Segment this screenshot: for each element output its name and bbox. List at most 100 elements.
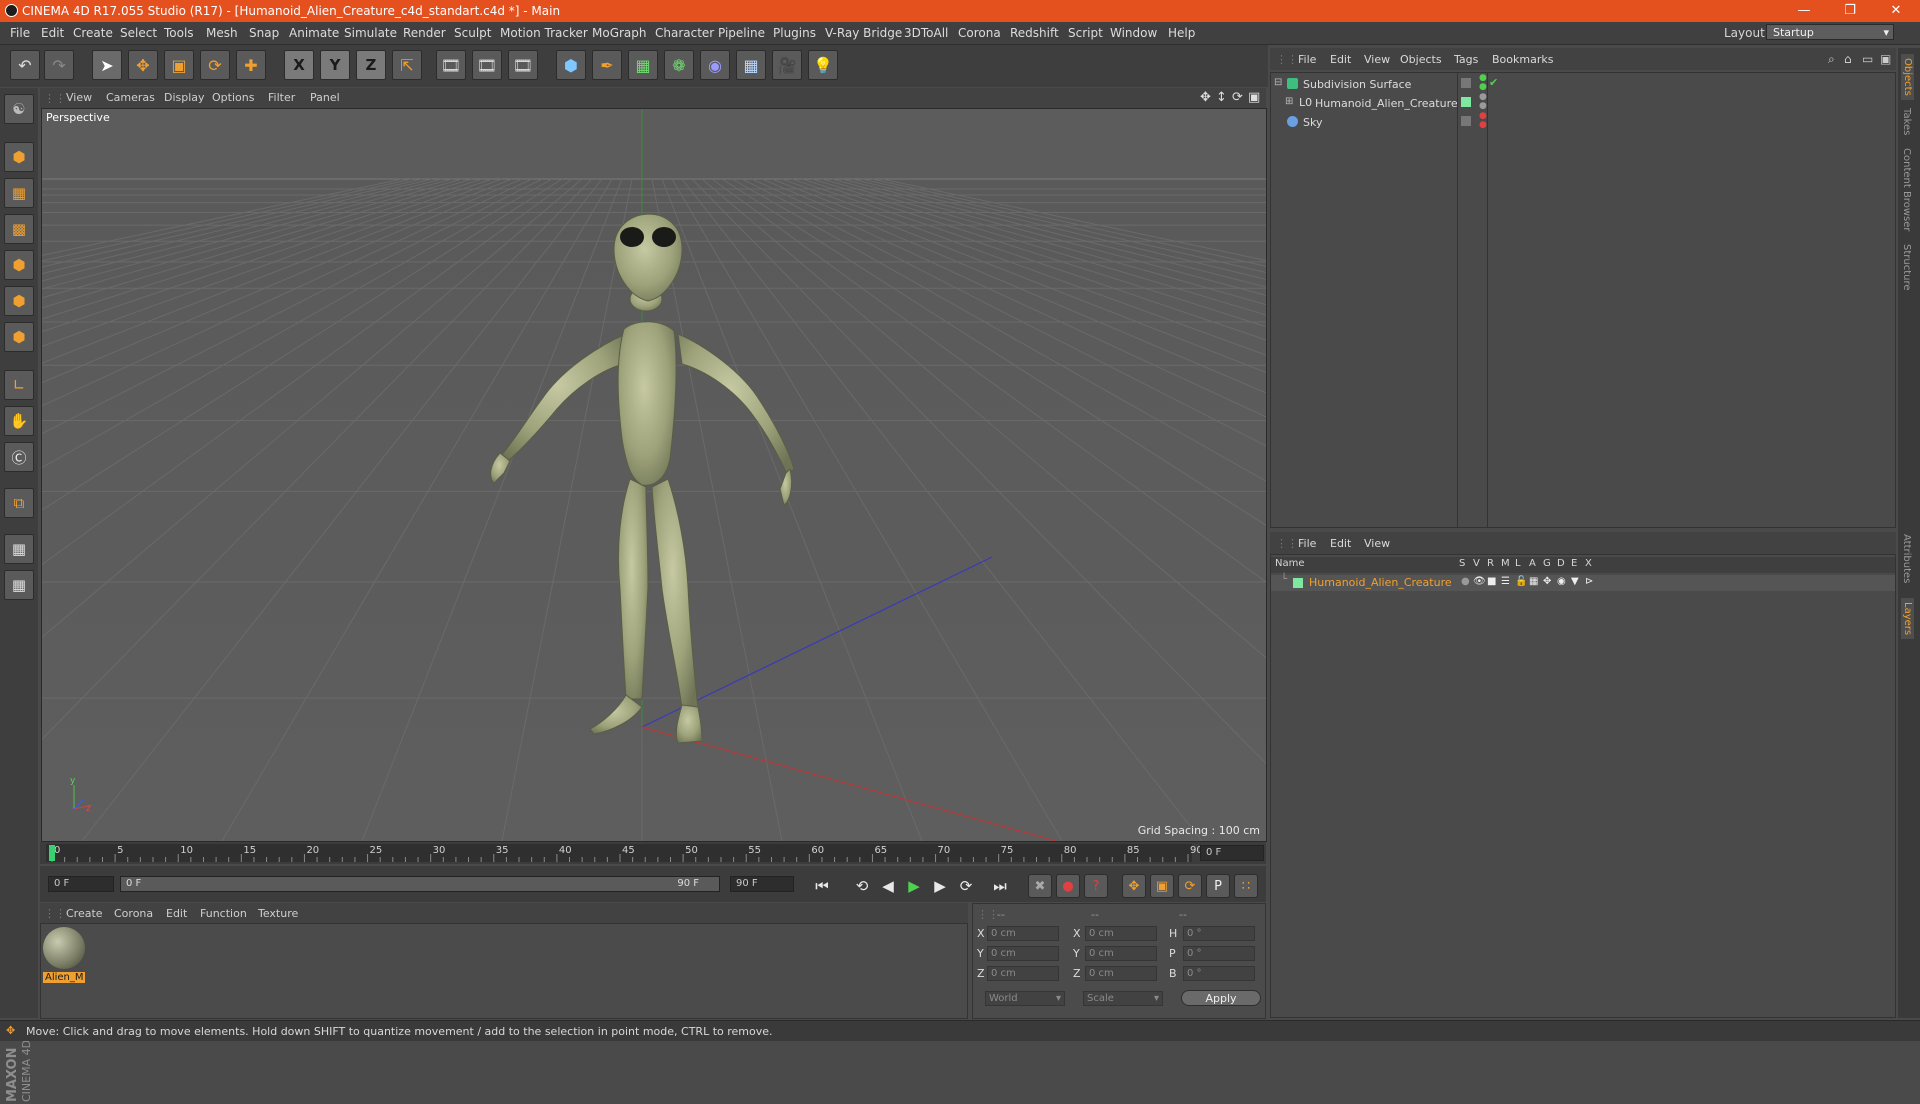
collapse-icon[interactable]: ⊟ [1274, 77, 1282, 88]
object-row-subdivision-surface[interactable]: ⊟ Subdivision Surface ● ● ✔ [1271, 74, 1895, 94]
menu-create[interactable]: Create [73, 26, 113, 40]
deformer-toggle-icon[interactable]: ◉ [1557, 576, 1566, 587]
pen-spline-icon[interactable]: ✒ [592, 50, 622, 80]
layer-row[interactable]: └ Humanoid_Alien_Creature ● 👁 ■ ☰ 🔓 ▦ ✥ … [1271, 574, 1895, 591]
make-editable-icon[interactable]: ☯ [4, 94, 34, 124]
column-view[interactable]: V [1473, 558, 1480, 569]
visibility-dots-icon[interactable]: ● ● [1479, 112, 1487, 130]
search-icon[interactable]: ⌕ [1828, 52, 1835, 67]
restore-button[interactable]: ❐ [1830, 2, 1870, 20]
x-axis-button[interactable]: X [284, 50, 314, 80]
model-mode-icon[interactable]: ⬢ [4, 142, 34, 172]
z-axis-button[interactable]: Z [356, 50, 386, 80]
viewport-pan-icon[interactable]: ✥ [1200, 90, 1211, 105]
undo-button[interactable]: ↶ [10, 50, 40, 80]
column-render[interactable]: R [1487, 558, 1494, 569]
material-menu-corona[interactable]: Corona [114, 907, 153, 920]
object-menu-tags[interactable]: Tags [1454, 53, 1478, 66]
layer-name[interactable]: Humanoid_Alien_Creature [1309, 576, 1452, 589]
size-x-field[interactable]: 0 cm [1085, 926, 1157, 941]
pos-x-field[interactable]: 0 cm [987, 926, 1059, 941]
menu-simulate[interactable]: Simulate [344, 26, 397, 40]
layer-tag-icon[interactable] [1461, 116, 1471, 126]
column-solo[interactable]: S [1459, 558, 1465, 569]
object-row-sky[interactable]: Sky ● ● [1271, 112, 1895, 132]
object-row-humanoid-alien-creature[interactable]: ⊞ L0 Humanoid_Alien_Creature ● ● [1271, 93, 1895, 113]
rot-p-field[interactable]: 0 ° [1183, 946, 1255, 961]
mograph-cloner-icon[interactable]: ❁ [664, 50, 694, 80]
previous-frame-icon[interactable]: ◀ [876, 875, 900, 897]
camera-icon[interactable]: 🎥 [772, 50, 802, 80]
key-position-icon[interactable]: ✥ [1122, 874, 1146, 898]
magnet-icon[interactable]: ⧉ [4, 488, 34, 518]
subdivision-surface-icon[interactable]: ▦ [628, 50, 658, 80]
select-arrow-icon[interactable]: ➤ [92, 50, 122, 80]
material-menu-texture[interactable]: Texture [258, 907, 298, 920]
tweak-mode-icon[interactable]: ✋ [4, 406, 34, 436]
menu-tools[interactable]: Tools [164, 26, 194, 40]
new-view-icon[interactable]: ▭ [1862, 52, 1873, 66]
viewport-menu-view[interactable]: View [66, 91, 92, 104]
viewport-maximize-icon[interactable]: ▣ [1248, 90, 1260, 105]
start-frame-field[interactable]: 0 F [48, 876, 114, 892]
layer-menu-file[interactable]: File [1298, 537, 1316, 550]
next-frame-icon[interactable]: ▶ [928, 875, 952, 897]
expand-icon[interactable]: ⊞ [1285, 96, 1293, 107]
column-animation[interactable]: A [1529, 558, 1536, 569]
coordinate-mode-select[interactable]: Scale ▾ [1083, 991, 1163, 1006]
close-button[interactable]: ✕ [1876, 2, 1916, 20]
viewport-rotate-icon[interactable]: ⟳ [1232, 90, 1243, 105]
go-to-start-icon[interactable]: ⏮ [810, 875, 834, 897]
viewport-menu-cameras[interactable]: Cameras [106, 91, 155, 104]
tab-takes[interactable]: Takes [1901, 108, 1912, 135]
deformer-icon[interactable]: ◉ [700, 50, 730, 80]
apply-button[interactable]: Apply [1181, 990, 1261, 1006]
record-active-icon[interactable]: ● [1056, 874, 1080, 898]
redo-button[interactable]: ↷ [44, 50, 74, 80]
playhead-marker[interactable] [49, 845, 55, 861]
viewport-menu-options[interactable]: Options [212, 91, 254, 104]
object-menu-view[interactable]: View [1364, 53, 1390, 66]
object-menu-objects[interactable]: Objects [1400, 53, 1442, 66]
xref-toggle-icon[interactable]: ⊳ [1585, 576, 1593, 587]
snap-icon[interactable]: Ⓒ [4, 442, 34, 472]
column-manager[interactable]: M [1501, 558, 1510, 569]
menu-motion-tracker[interactable]: Motion Tracker [500, 26, 588, 40]
menu-character[interactable]: Character [655, 26, 714, 40]
rot-h-field[interactable]: 0 ° [1183, 926, 1255, 941]
locked-workplane-icon[interactable]: ▦ [4, 534, 34, 564]
render-view-icon[interactable]: 🎞 [436, 50, 466, 80]
layer-color-icon[interactable] [1461, 97, 1471, 107]
workplane-icon[interactable]: ▩ [4, 214, 34, 244]
menu-window[interactable]: Window [1110, 26, 1157, 40]
layer-tag-icon[interactable] [1461, 78, 1471, 88]
material-menu-create[interactable]: Create [66, 907, 103, 920]
view-toggle-icon[interactable]: 👁 [1473, 576, 1486, 587]
menu-animate[interactable]: Animate [289, 26, 339, 40]
points-mode-icon[interactable]: ⬢ [4, 250, 34, 280]
size-y-field[interactable]: 0 cm [1085, 946, 1157, 961]
menu-help[interactable]: Help [1168, 26, 1195, 40]
key-scale-icon[interactable]: ▣ [1150, 874, 1174, 898]
tab-content-browser[interactable]: Content Browser [1901, 148, 1912, 231]
minimize-button[interactable]: — [1784, 2, 1824, 20]
menu-edit[interactable]: Edit [41, 26, 64, 40]
menu-select[interactable]: Select [120, 26, 157, 40]
column-expressions[interactable]: E [1571, 558, 1577, 569]
column-deformers[interactable]: D [1557, 558, 1565, 569]
object-menu-file[interactable]: File [1298, 53, 1316, 66]
column-locked[interactable]: L [1515, 558, 1521, 569]
menu-snap[interactable]: Snap [249, 26, 279, 40]
y-axis-button[interactable]: Y [320, 50, 350, 80]
record-keys-disabled-icon[interactable]: ✖ [1028, 874, 1052, 898]
light-icon[interactable]: 💡 [808, 50, 838, 80]
generator-toggle-icon[interactable]: ✥ [1543, 576, 1551, 587]
rot-b-field[interactable]: 0 ° [1183, 966, 1255, 981]
solo-toggle-icon[interactable]: ● [1461, 576, 1470, 587]
render-toggle-icon[interactable]: ■ [1487, 576, 1496, 587]
menu-render[interactable]: Render [403, 26, 446, 40]
autokey-icon[interactable]: ? [1084, 874, 1108, 898]
tab-objects[interactable]: Objects [1901, 54, 1914, 100]
tab-layers[interactable]: Layers [1901, 598, 1914, 640]
end-frame-field[interactable]: 90 F [730, 876, 794, 892]
